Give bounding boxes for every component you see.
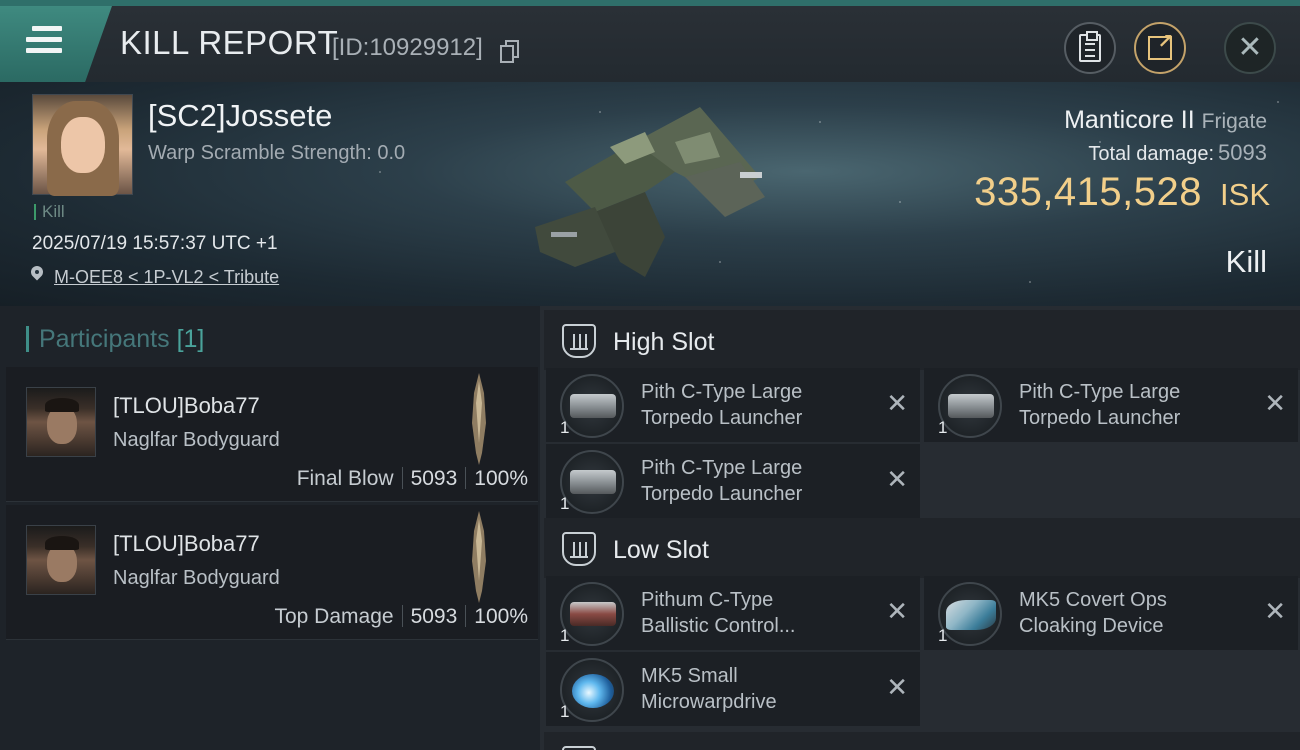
isk-value: 335,415,528 ISK: [974, 170, 1270, 214]
torpedo-launcher-icon: [560, 450, 624, 514]
microwarpdrive-icon: [560, 658, 624, 722]
module-quantity: 1: [560, 494, 570, 513]
cloaking-device-icon: [938, 582, 1002, 646]
mid-slot-header: [544, 732, 1300, 750]
module-item[interactable]: 1 MK5 Covert Ops Cloaking Device ✕: [924, 576, 1298, 650]
torpedo-launcher-icon: [560, 374, 624, 438]
participant-name: [TLOU]Boba77: [113, 393, 260, 418]
module-item[interactable]: 1 Pith C-Type Large Torpedo Launcher ✕: [546, 368, 920, 442]
menu-icon: [26, 26, 62, 54]
module-name: Pith C-Type Large Torpedo Launcher: [1019, 381, 1181, 429]
module-item[interactable]: 1 Pith C-Type Large Torpedo Launcher ✕: [924, 368, 1298, 442]
module-item[interactable]: 1 Pith C-Type Large Torpedo Launcher ✕: [546, 444, 920, 518]
result-label: Kill: [1225, 244, 1267, 279]
participants-header: Participants [1]: [26, 326, 204, 352]
participant-name: [TLOU]Boba77: [113, 531, 260, 556]
torpedo-launcher-icon: [938, 374, 1002, 438]
mid-slot-icon: [562, 746, 596, 750]
page-title: KILL REPORT: [120, 24, 339, 61]
module-quantity: 1: [938, 626, 948, 645]
participant-card[interactable]: [TLOU]Boba77 Naglfar Bodyguard Top Damag…: [6, 505, 538, 640]
module-name: Pith C-Type Large Torpedo Launcher: [641, 457, 803, 505]
participant-stats: Top Damage 5093 100%: [274, 605, 528, 628]
module-quantity: 1: [560, 626, 570, 645]
share-icon: [1148, 29, 1174, 60]
warp-scramble-strength: Warp Scramble Strength: 0.0: [148, 142, 406, 164]
remove-module-icon[interactable]: ✕: [886, 598, 908, 624]
ballistic-control-icon: [560, 582, 624, 646]
low-slot-header: Low Slot: [544, 518, 1300, 578]
module-name: Pith C-Type Large Torpedo Launcher: [641, 381, 803, 429]
remove-module-icon[interactable]: ✕: [886, 390, 908, 416]
participant-ship-icon: [472, 511, 486, 603]
module-quantity: 1: [938, 418, 948, 437]
module-item[interactable]: 1 Pithum C-Type Ballistic Control... ✕: [546, 576, 920, 650]
remove-module-icon[interactable]: ✕: [886, 674, 908, 700]
high-slot-icon: [562, 324, 596, 358]
clipboard-button[interactable]: [1064, 22, 1116, 74]
victim-name[interactable]: [SC2]Jossete: [148, 98, 332, 134]
share-button[interactable]: [1134, 22, 1186, 74]
participant-avatar[interactable]: [26, 525, 96, 595]
high-slot-title: High Slot: [613, 328, 715, 356]
copy-icon[interactable]: [500, 40, 519, 63]
remove-module-icon[interactable]: ✕: [1264, 390, 1286, 416]
participants-panel: Participants [1] [TLOU]Boba77 Naglfar Bo…: [0, 306, 540, 750]
victim-avatar[interactable]: [32, 94, 133, 196]
low-slot-title: Low Slot: [613, 536, 709, 564]
module-name: MK5 Covert Ops Cloaking Device: [1019, 589, 1167, 637]
low-slot-icon: [562, 532, 596, 566]
module-item[interactable]: 1 MK5 Small Microwarpdrive ✕: [546, 652, 920, 726]
total-damage: Total damage: 5093: [1088, 140, 1267, 165]
location-link[interactable]: M-OEE8 < 1P-VL2 < Tribute: [54, 267, 279, 288]
close-button[interactable]: ✕: [1224, 22, 1276, 74]
ship-name[interactable]: Manticore II Frigate: [1064, 106, 1267, 135]
participant-ship: Naglfar Bodyguard: [113, 429, 280, 451]
module-quantity: 1: [560, 702, 570, 721]
module-name: MK5 Small Microwarpdrive: [641, 665, 777, 713]
kill-datetime: 2025/07/19 15:57:37 UTC +1: [32, 233, 278, 254]
participant-ship: Naglfar Bodyguard: [113, 567, 280, 589]
module-name: Pithum C-Type Ballistic Control...: [641, 589, 796, 637]
high-slot-header: High Slot: [544, 310, 1300, 370]
participant-card[interactable]: [TLOU]Boba77 Naglfar Bodyguard Final Blo…: [6, 367, 538, 502]
remove-module-icon[interactable]: ✕: [1264, 598, 1286, 624]
ship-image: [535, 107, 765, 277]
victim-panel: [SC2]Jossete Warp Scramble Strength: 0.0…: [0, 82, 1300, 306]
close-icon: ✕: [1237, 31, 1263, 64]
module-quantity: 1: [560, 418, 570, 437]
report-id: [ID:10929912]: [332, 34, 483, 61]
kill-tag: Kill: [34, 203, 65, 220]
participant-ship-icon: [472, 373, 486, 465]
clipboard-icon: [1079, 31, 1101, 62]
menu-button[interactable]: [0, 6, 112, 82]
participant-stats: Final Blow 5093 100%: [296, 467, 528, 490]
participant-avatar[interactable]: [26, 387, 96, 457]
header-bar: KILL REPORT [ID:10929912] ✕: [0, 0, 1300, 82]
location-pin-icon: [30, 266, 44, 284]
fitting-panel: High Slot 1 Pith C-Type Large Torpedo Lau…: [540, 306, 1300, 750]
remove-module-icon[interactable]: ✕: [886, 466, 908, 492]
